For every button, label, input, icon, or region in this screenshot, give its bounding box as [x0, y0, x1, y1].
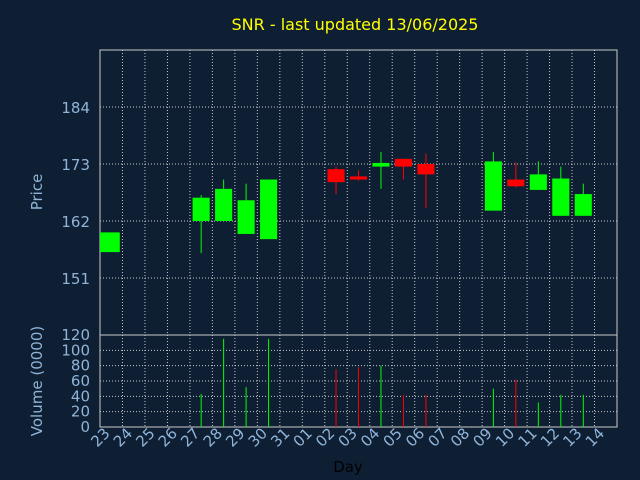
volume-tick-label: 120 — [61, 326, 90, 344]
price-panel: 151 162 173 184 — [61, 49, 618, 336]
candle-body — [552, 178, 570, 216]
price-tick-label: 173 — [61, 156, 90, 174]
volume-axis-label: Volume (0000) — [28, 326, 46, 436]
x-axis-label: Day — [333, 458, 363, 476]
candle-body — [237, 200, 255, 234]
price-tick-label: 162 — [61, 213, 90, 231]
volume-tick-label: 20 — [71, 403, 90, 421]
volume-tick-label: 60 — [71, 372, 90, 390]
price-tick-label: 151 — [61, 270, 90, 288]
candle-body — [260, 179, 278, 240]
volume-tick-label: 100 — [61, 341, 90, 359]
volume-tick-label: 40 — [71, 387, 90, 405]
price-tick-label: 184 — [61, 99, 90, 117]
candle-body — [327, 169, 345, 183]
candle-body — [215, 188, 233, 221]
candle-body — [192, 197, 210, 221]
candle-body — [484, 161, 502, 211]
candle-body — [529, 174, 547, 190]
stock-chart: SNR - last updated 13/06/2025 1511621731… — [28, 15, 618, 476]
volume-tick-label: 0 — [80, 418, 90, 436]
candle-body — [349, 176, 368, 180]
candle-body — [507, 179, 525, 187]
x-tick-label: 14 — [582, 424, 608, 450]
price-plot-frame — [99, 49, 618, 336]
candle-body — [417, 164, 435, 175]
price-axis-label: Price — [28, 174, 46, 211]
candle-body — [394, 158, 412, 167]
candle-body — [574, 194, 592, 216]
candle-body — [100, 232, 120, 253]
volume-tick-label: 80 — [71, 357, 90, 375]
candle-body — [372, 162, 390, 167]
chart-title: SNR - last updated 13/06/2025 — [232, 15, 479, 34]
volume-panel: 0204060801001202324252627282930310102030… — [61, 326, 618, 451]
